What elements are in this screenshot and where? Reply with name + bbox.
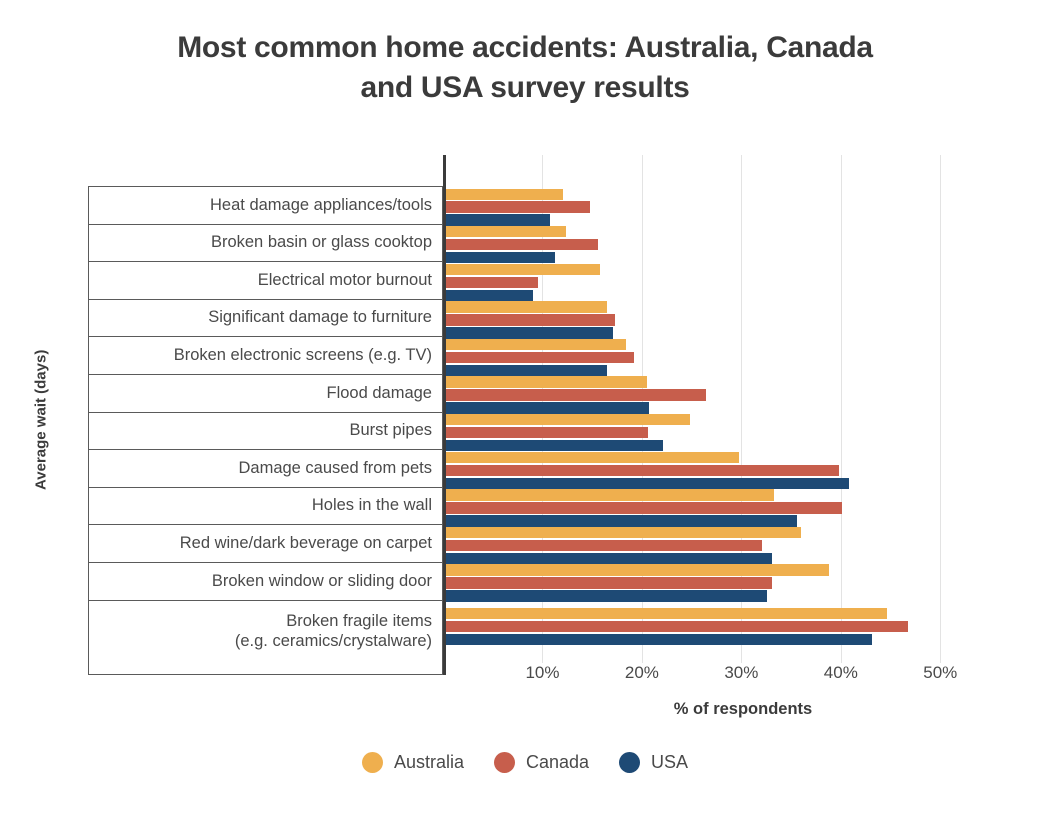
bar-canada[interactable] [446, 577, 773, 589]
y-axis-title: Average wait (days) [32, 349, 50, 491]
category-label: Heat damage appliances/tools [89, 187, 442, 225]
legend-item-usa[interactable]: USA [619, 752, 688, 773]
bar-canada[interactable] [446, 502, 842, 514]
legend-item-canada[interactable]: Canada [493, 752, 590, 773]
bar-australia[interactable] [446, 526, 802, 539]
category-label-line: Damage caused from pets [238, 458, 432, 477]
bar-canada[interactable] [446, 201, 591, 213]
category-label-line: Holes in the wall [311, 496, 432, 515]
plot-area: Heat damage appliances/tools Broken basin… [88, 155, 990, 718]
category-label-column: Heat damage appliances/tools Broken basin… [88, 186, 443, 675]
bar-canada[interactable] [446, 464, 839, 477]
bar-group [446, 487, 908, 527]
bar-canada[interactable] [446, 351, 634, 364]
bar-group [446, 299, 908, 339]
bar-group [446, 449, 908, 490]
bar-australia[interactable] [446, 414, 690, 426]
x-tick-label: 10% [525, 663, 560, 682]
x-tick-label: 30% [724, 663, 759, 682]
bar-canada[interactable] [446, 389, 706, 401]
circle-swatch-icon [361, 752, 383, 773]
gridline [940, 155, 942, 663]
category-label-line: Broken electronic screens (e.g. TV) [173, 345, 432, 364]
bar-group [446, 336, 908, 377]
bar-usa[interactable] [446, 633, 872, 645]
bar-australia[interactable] [446, 607, 887, 619]
bar-group [446, 600, 909, 662]
bar-australia[interactable] [446, 226, 567, 238]
category-label-line: Significant damage to furniture [208, 308, 432, 327]
category-label-line: Flood damage [326, 383, 433, 402]
bar-australia[interactable] [446, 338, 626, 351]
bar-australia[interactable] [446, 564, 829, 576]
title-line-2: and USA survey results [360, 70, 690, 104]
bar-australia[interactable] [446, 263, 601, 276]
category-label-line: (e.g. ceramics/crystalware) [234, 631, 432, 650]
bar-group [446, 524, 908, 565]
bar-canada[interactable] [446, 539, 763, 552]
category-label-line: Heat damage appliances/tools [210, 195, 432, 214]
bar-group [446, 374, 908, 414]
legend-item-australia[interactable]: Australia [361, 752, 464, 773]
category-label: Broken window or sliding door [89, 563, 442, 601]
chart-canvas: Most common home accidents: Australia, C… [0, 0, 1050, 822]
bar-group [446, 186, 908, 226]
bar-canada[interactable] [446, 314, 616, 326]
category-label: Broken fragile items (e.g. ceramics/cryst… [89, 601, 442, 663]
bar-australia[interactable] [446, 301, 608, 313]
category-label: Burst pipes [89, 413, 442, 451]
category-label-line: Broken window or sliding door [211, 571, 432, 590]
circle-swatch-icon [619, 752, 641, 773]
x-axis-tick-labels: 10% 20% 30% 40% 50% [443, 663, 990, 697]
category-label: Electrical motor burnout [89, 262, 442, 300]
bar-group [446, 562, 908, 602]
legend-label: Australia [393, 752, 464, 772]
category-label: Red wine/dark beverage on carpet [89, 525, 442, 563]
bar-group [446, 412, 908, 452]
bar-canada[interactable] [446, 620, 909, 632]
bar-canada[interactable] [446, 427, 648, 439]
bar-australia[interactable] [446, 489, 775, 501]
bar-group [446, 261, 908, 302]
legend-label: Canada [525, 752, 590, 772]
bar-australia[interactable] [446, 376, 647, 388]
chart-legend: Australia Canada USA [0, 752, 1050, 773]
bar-australia[interactable] [446, 451, 740, 464]
category-label-line: Broken basin or glass cooktop [210, 233, 432, 252]
x-axis-title: % of respondents [673, 700, 813, 718]
bar-group [446, 224, 908, 264]
circle-swatch-icon [493, 752, 515, 773]
category-label-line: Electrical motor burnout [257, 270, 432, 289]
category-label: Damage caused from pets [89, 450, 442, 488]
category-label-line: Red wine/dark beverage on carpet [179, 533, 432, 552]
bar-series-layer [446, 186, 909, 662]
x-tick-label: 40% [823, 663, 858, 682]
category-label-line: Broken fragile items [286, 612, 432, 631]
bar-australia[interactable] [446, 188, 564, 200]
bar-canada[interactable] [446, 276, 539, 289]
x-tick-label: 20% [624, 663, 659, 682]
category-label: Holes in the wall [89, 488, 442, 526]
category-label: Broken electronic screens (e.g. TV) [89, 337, 442, 375]
title-line-1: Most common home accidents: Australia, C… [177, 31, 873, 64]
page-title: Most common home accidents: Australia, C… [60, 28, 990, 107]
bar-canada[interactable] [446, 239, 599, 251]
category-label: Significant damage to furniture [89, 300, 442, 338]
legend-label: USA [651, 752, 689, 772]
x-tick-label: 50% [923, 663, 958, 682]
category-label: Broken basin or glass cooktop [89, 225, 442, 263]
category-label-line: Burst pipes [349, 421, 432, 440]
category-label: Flood damage [89, 375, 442, 413]
